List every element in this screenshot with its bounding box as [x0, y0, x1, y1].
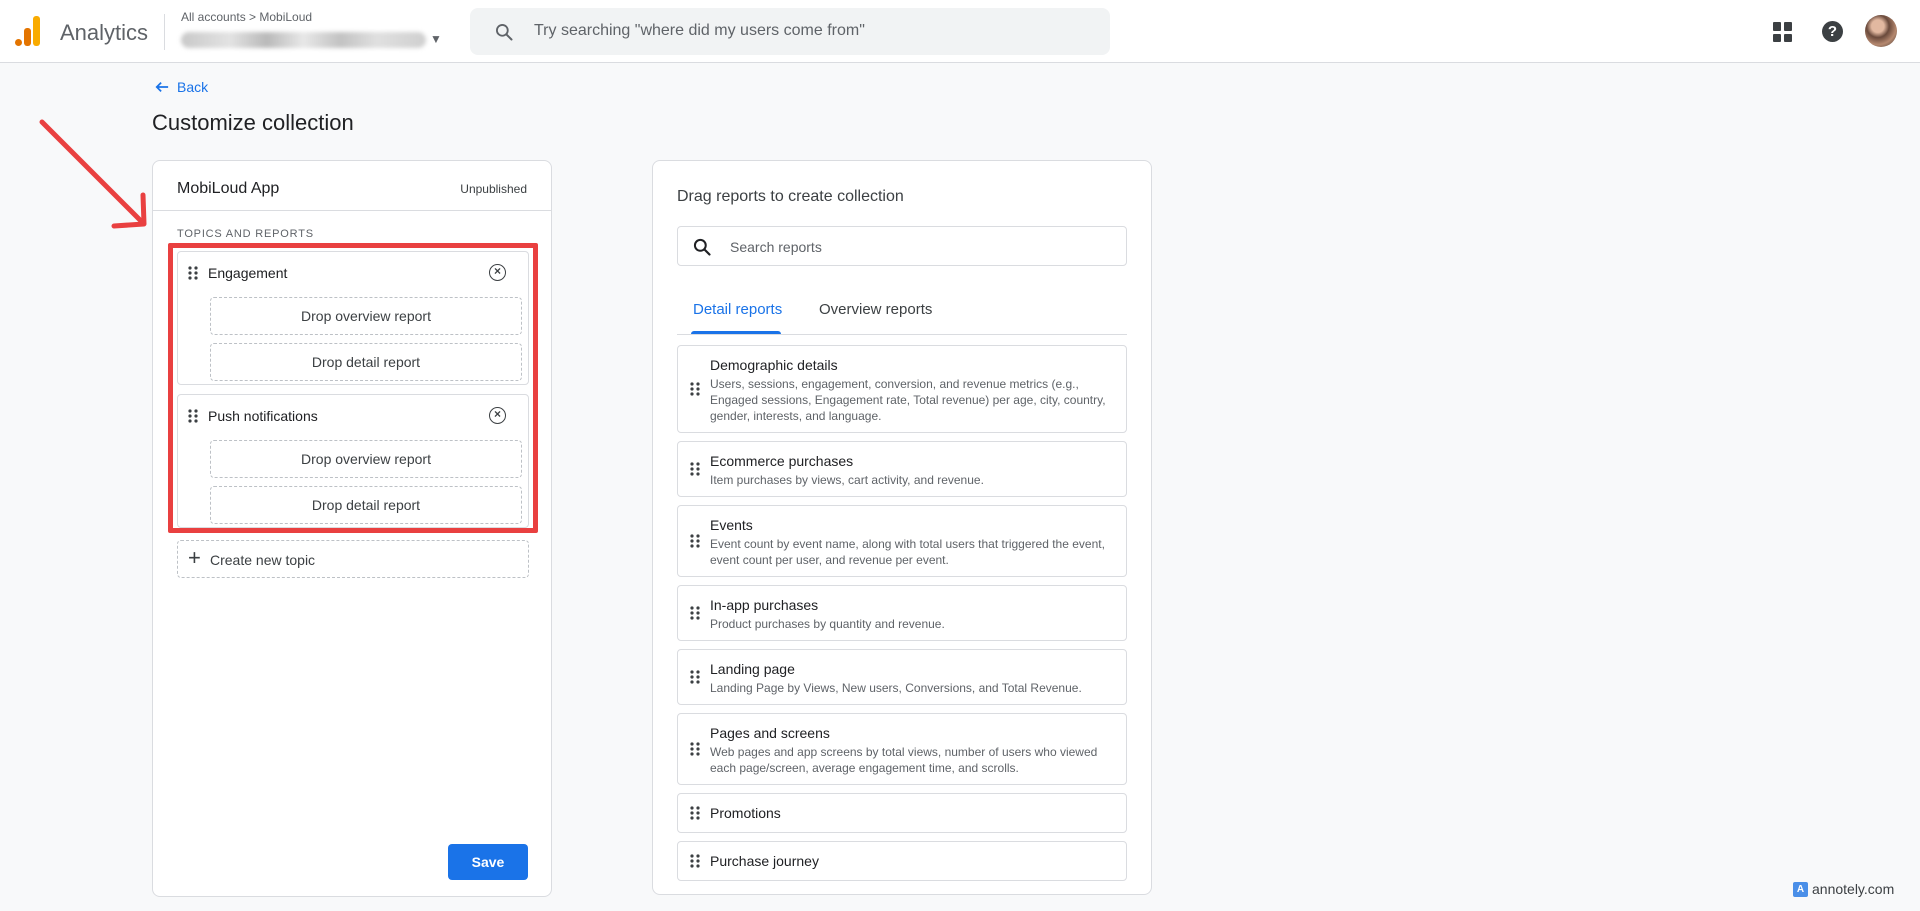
report-library-panel: Drag reports to create collection Search… — [652, 160, 1152, 895]
drag-handle-icon[interactable] — [690, 534, 700, 548]
drag-handle-icon[interactable] — [690, 854, 700, 868]
search-reports-input[interactable]: Search reports — [677, 226, 1127, 266]
analytics-logo-icon[interactable] — [15, 16, 41, 46]
report-item-events[interactable]: Events Event count by event name, along … — [677, 505, 1127, 577]
report-description: Event count by event name, along with to… — [710, 537, 1105, 567]
annotely-logo-icon: A — [1793, 881, 1808, 897]
report-description: Web pages and app screens by total views… — [710, 745, 1098, 775]
header-divider — [164, 14, 165, 50]
account-property-name-blurred[interactable] — [181, 32, 426, 48]
report-name: In-app purchases — [710, 597, 819, 613]
search-icon — [693, 238, 711, 256]
account-dropdown-caret-icon[interactable]: ▼ — [430, 32, 442, 46]
active-tab-indicator — [691, 331, 781, 334]
avatar[interactable] — [1865, 15, 1897, 47]
report-name: Demographic details — [710, 357, 838, 373]
back-link[interactable]: Back — [155, 79, 208, 95]
report-item-purchase-journey[interactable]: Purchase journey — [677, 841, 1127, 881]
create-new-topic-button[interactable]: + Create new topic — [177, 540, 529, 578]
report-item-demographic-details[interactable]: Demographic details Users, sessions, eng… — [677, 345, 1127, 433]
drag-handle-icon[interactable] — [690, 806, 700, 820]
report-name: Promotions — [710, 805, 781, 821]
report-name: Landing page — [710, 661, 795, 677]
drag-handle-icon[interactable] — [690, 670, 700, 684]
report-name: Purchase journey — [710, 853, 819, 869]
annotation-arrow-icon — [39, 119, 147, 229]
app-title[interactable]: Analytics — [60, 20, 148, 46]
drag-handle-icon[interactable] — [690, 742, 700, 756]
tab-overview-reports[interactable]: Overview reports — [819, 301, 932, 318]
report-description: Product purchases by quantity and revenu… — [710, 617, 945, 631]
report-type-tabs: Detail reports Overview reports — [677, 291, 1127, 335]
tab-detail-reports[interactable]: Detail reports — [693, 301, 782, 318]
status-badge: Unpublished — [460, 182, 527, 196]
help-icon[interactable]: ? — [1822, 21, 1843, 42]
search-reports-placeholder: Search reports — [730, 239, 822, 255]
drag-handle-icon[interactable] — [690, 462, 700, 476]
account-breadcrumb[interactable]: All accounts > MobiLoud — [181, 10, 312, 24]
arrow-left-icon — [155, 82, 169, 92]
report-item-in-app-purchases[interactable]: In-app purchases Product purchases by qu… — [677, 585, 1127, 641]
global-search-bar[interactable]: Try searching "where did my users come f… — [470, 8, 1110, 55]
report-name: Ecommerce purchases — [710, 453, 854, 469]
report-description: Users, sessions, engagement, conversion,… — [710, 377, 1106, 423]
report-name: Pages and screens — [710, 725, 830, 741]
back-label: Back — [177, 79, 209, 95]
report-item-promotions[interactable]: Promotions — [677, 793, 1127, 833]
drag-handle-icon[interactable] — [690, 382, 700, 396]
apps-grid-icon[interactable] — [1773, 22, 1793, 42]
search-icon — [496, 24, 513, 41]
save-button[interactable]: Save — [448, 844, 528, 880]
topics-section-label: TOPICS AND REPORTS — [177, 228, 314, 240]
report-description: Landing Page by Views, New users, Conver… — [710, 681, 1082, 695]
annotely-watermark: A annotely.com — [1793, 881, 1894, 897]
report-name: Events — [710, 517, 753, 533]
report-item-pages-and-screens[interactable]: Pages and screens Web pages and app scre… — [677, 713, 1127, 785]
plus-icon: + — [188, 545, 201, 570]
top-app-bar: Analytics All accounts > MobiLoud ▼ Try … — [0, 0, 1920, 63]
collection-name[interactable]: MobiLoud App — [177, 180, 279, 198]
report-description: Item purchases by views, cart activity, … — [710, 473, 984, 487]
page-title: Customize collection — [152, 110, 354, 135]
create-topic-label: Create new topic — [210, 552, 316, 568]
watermark-text: annotely.com — [1812, 881, 1895, 897]
drag-handle-icon[interactable] — [690, 606, 700, 620]
collection-header: MobiLoud App Unpublished — [153, 161, 551, 211]
global-search-placeholder: Try searching "where did my users come f… — [534, 22, 865, 39]
report-library-title: Drag reports to create collection — [677, 188, 904, 205]
report-item-ecommerce-purchases[interactable]: Ecommerce purchases Item purchases by vi… — [677, 441, 1127, 497]
annotation-highlight-box — [168, 243, 538, 533]
report-item-landing-page[interactable]: Landing page Landing Page by Views, New … — [677, 649, 1127, 705]
